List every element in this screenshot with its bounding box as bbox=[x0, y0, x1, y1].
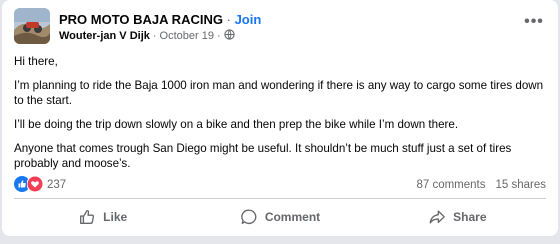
post-header: PRO MOTO BAJA RACING · Join Wouter-jan V… bbox=[14, 8, 546, 44]
comment-button[interactable]: Comment bbox=[191, 202, 368, 232]
like-button[interactable]: Like bbox=[14, 202, 191, 232]
globe-icon bbox=[224, 29, 235, 43]
love-reaction-icon bbox=[26, 175, 44, 195]
post-date-link[interactable]: October 19 bbox=[160, 30, 214, 42]
share-label: Share bbox=[453, 210, 487, 224]
reaction-count[interactable]: 237 bbox=[47, 179, 66, 191]
comments-count-link[interactable]: 87 comments bbox=[416, 179, 485, 191]
comment-label: Comment bbox=[264, 210, 321, 224]
post-paragraph: I’ll be doing the trip down slowly on a … bbox=[14, 118, 459, 131]
engagement-stats: 87 comments 15 shares bbox=[416, 179, 546, 191]
post-paragraph: Hi there, bbox=[14, 55, 58, 68]
title-separator: · bbox=[226, 12, 231, 27]
comment-bubble-icon bbox=[240, 208, 258, 226]
meta-separator-2: · bbox=[216, 30, 221, 42]
join-button[interactable]: Join bbox=[235, 12, 262, 27]
post-meta: Wouter-jan V Dijk · October 19 · bbox=[59, 29, 235, 43]
actions-divider bbox=[14, 198, 546, 199]
post-paragraph: Anyone that comes trough San Diego might… bbox=[14, 142, 512, 170]
post-paragraph: I’m planning to ride the Baja 1000 iron … bbox=[14, 79, 544, 107]
meta-separator: · bbox=[152, 30, 157, 42]
share-arrow-icon bbox=[428, 208, 446, 226]
group-avatar[interactable] bbox=[14, 8, 50, 44]
reaction-icons[interactable] bbox=[14, 175, 44, 195]
author-link[interactable]: Wouter-jan V Dijk bbox=[59, 30, 150, 42]
shares-count-link[interactable]: 15 shares bbox=[495, 179, 546, 191]
post-card: PRO MOTO BAJA RACING · Join Wouter-jan V… bbox=[2, 0, 558, 236]
share-button[interactable]: Share bbox=[369, 202, 546, 232]
group-name-link[interactable]: PRO MOTO BAJA RACING bbox=[59, 12, 223, 27]
post-actions: Like Comment Share bbox=[14, 202, 546, 232]
post-body: Hi there, I’m planning to ride the Baja … bbox=[14, 54, 544, 180]
thumbs-up-icon bbox=[78, 208, 96, 226]
reactions-bar: 237 87 comments 15 shares bbox=[14, 175, 546, 195]
more-options-button[interactable]: ••• bbox=[522, 13, 546, 30]
group-title-line: PRO MOTO BAJA RACING · Join bbox=[59, 12, 261, 27]
like-label: Like bbox=[103, 210, 128, 224]
